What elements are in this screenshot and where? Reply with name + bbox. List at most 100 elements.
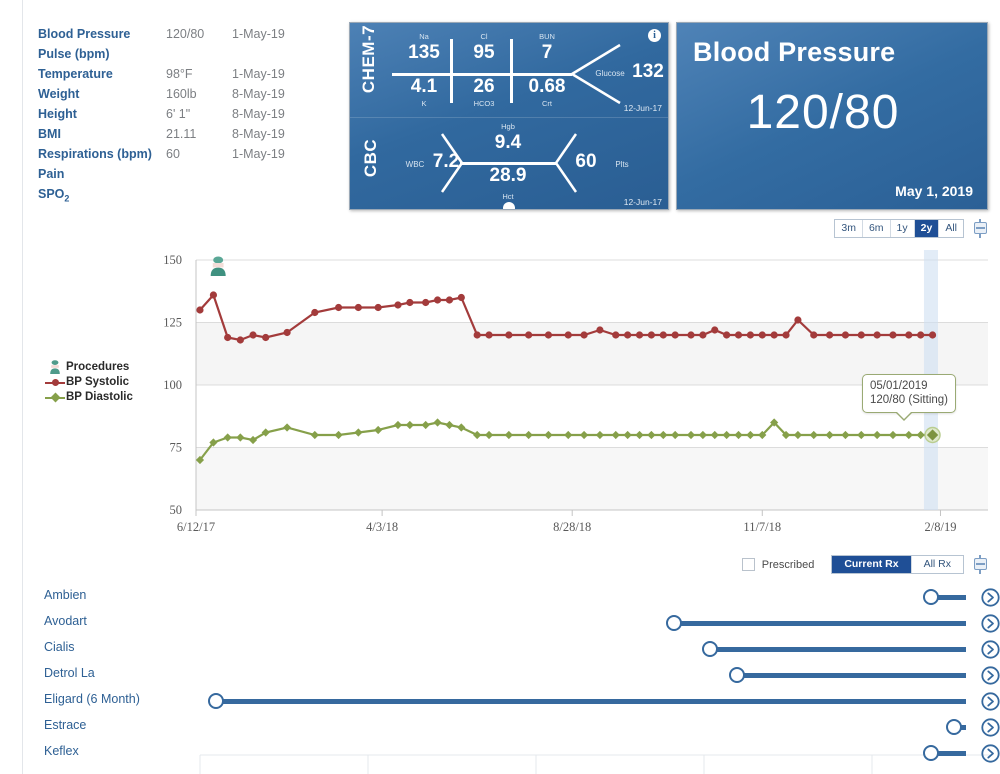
medication-row[interactable]: Estrace	[0, 715, 1000, 741]
medication-ongoing-chevron-icon[interactable]	[981, 692, 1000, 711]
chart-data-point	[842, 331, 849, 338]
vitals-date: 1-May-19	[232, 24, 285, 44]
vitals-row[interactable]: Height6' 1"8-May-19	[38, 104, 338, 124]
medication-name[interactable]: Estrace	[44, 718, 86, 732]
medication-name[interactable]: Detrol La	[44, 666, 95, 680]
chart-data-point	[458, 294, 465, 301]
legend-item[interactable]: BP Systolic	[44, 375, 194, 389]
blood-pressure-card[interactable]: Blood Pressure 120/80 May 1, 2019	[676, 22, 988, 210]
medication-start-marker[interactable]	[923, 745, 939, 761]
range-option-2y[interactable]: 2y	[915, 220, 940, 237]
chart-y-tick-label: 125	[163, 316, 182, 330]
vitals-row[interactable]: Respirations (bpm)601-May-19	[38, 144, 338, 164]
procedure-marker-icon	[211, 257, 226, 277]
rx-option-current-rx[interactable]: Current Rx	[832, 556, 911, 573]
medication-duration-bar[interactable]	[737, 673, 966, 678]
chart-data-point	[485, 331, 492, 338]
medication-ongoing-chevron-icon[interactable]	[981, 666, 1000, 685]
chart-data-point	[406, 299, 413, 306]
medication-row[interactable]: Eligard (6 Month)	[0, 689, 1000, 715]
vitals-row[interactable]: BMI21.118-May-19	[38, 124, 338, 144]
lab-fishbone-card[interactable]: CHEM-7 i Na Cl BUN 135 95 7 4.1 26 0.68 …	[349, 22, 669, 210]
chart-data-point	[525, 431, 533, 439]
medication-duration-bar[interactable]	[710, 647, 967, 652]
chart-data-point	[905, 431, 913, 439]
chem7-bun-value: 7	[522, 42, 572, 64]
medication-start-marker[interactable]	[666, 615, 682, 631]
vitals-row[interactable]: SPO2	[38, 184, 338, 204]
vitals-row[interactable]: Weight160lb8-May-19	[38, 84, 338, 104]
bp-card-value: 120/80	[677, 85, 969, 140]
pin-icon[interactable]	[973, 555, 988, 574]
medication-start-marker[interactable]	[946, 719, 962, 735]
medication-ongoing-chevron-icon[interactable]	[981, 718, 1000, 737]
range-option-3m[interactable]: 3m	[835, 220, 863, 237]
medication-row[interactable]: Avodart	[0, 611, 1000, 637]
chart-data-point	[580, 331, 587, 338]
medication-start-marker[interactable]	[923, 589, 939, 605]
chem7-cl-value: 95	[462, 42, 506, 64]
chart-data-point	[283, 423, 291, 431]
pin-icon[interactable]	[973, 219, 988, 238]
medication-duration-bar[interactable]	[216, 699, 967, 704]
medication-start-marker[interactable]	[729, 667, 745, 683]
chart-range-controls: 3m6m1y2yAll	[834, 219, 988, 238]
range-option-6m[interactable]: 6m	[863, 220, 891, 237]
medication-row[interactable]: Detrol La	[0, 663, 1000, 689]
tooltip-reading: 120/80 (Sitting)	[870, 393, 948, 407]
chart-x-tick-label: 6/12/17	[177, 520, 215, 534]
vitals-row[interactable]: Blood Pressure120/801-May-19	[38, 24, 338, 44]
vitals-date: 8-May-19	[232, 124, 285, 144]
legend-label: Procedures	[66, 361, 129, 373]
cbc-plts-label: Plts	[608, 160, 636, 169]
range-toggle-group[interactable]: 3m6m1y2yAll	[834, 219, 964, 238]
chart-data-point	[335, 304, 342, 311]
medication-track	[200, 663, 990, 689]
prescribed-checkbox[interactable]	[742, 558, 755, 571]
legend-item[interactable]: BP Diastolic	[44, 390, 194, 404]
medication-row[interactable]: Keflex	[0, 741, 1000, 767]
medication-name[interactable]: Avodart	[44, 614, 87, 628]
medication-name[interactable]: Cialis	[44, 640, 75, 654]
chart-data-point	[249, 331, 256, 338]
range-option-1y[interactable]: 1y	[891, 220, 915, 237]
medication-name[interactable]: Keflex	[44, 744, 79, 758]
medication-ongoing-chevron-icon[interactable]	[981, 614, 1000, 633]
medication-row[interactable]: Cialis	[0, 637, 1000, 663]
chart-x-tick-label: 4/3/18	[366, 520, 398, 534]
medication-ongoing-chevron-icon[interactable]	[981, 588, 1000, 607]
vitals-value: 6' 1"	[166, 104, 232, 124]
medication-duration-bar[interactable]	[674, 621, 966, 626]
chart-data-point	[723, 431, 731, 439]
rx-option-all-rx[interactable]: All Rx	[912, 556, 963, 573]
vitals-row[interactable]: Temperature98°F1-May-19	[38, 64, 338, 84]
chem7-panel-title: CHEM-7	[359, 24, 379, 94]
chart-data-point	[354, 428, 362, 436]
vitals-label: Blood Pressure	[38, 24, 166, 44]
chart-shaded-band-lower	[196, 448, 988, 511]
chart-data-point	[433, 418, 441, 426]
medication-name[interactable]: Eligard (6 Month)	[44, 692, 140, 706]
vitals-row[interactable]: Pain	[38, 164, 338, 184]
chem7-panel[interactable]: CHEM-7 i Na Cl BUN 135 95 7 4.1 26 0.68 …	[350, 23, 669, 117]
chart-data-point	[794, 316, 801, 323]
medication-ongoing-chevron-icon[interactable]	[981, 640, 1000, 659]
medication-start-marker[interactable]	[702, 641, 718, 657]
medication-name[interactable]: Ambien	[44, 588, 86, 602]
medication-ongoing-chevron-icon[interactable]	[981, 744, 1000, 763]
systolic-marker-icon	[44, 376, 66, 389]
rx-toggle-group[interactable]: Current RxAll Rx	[831, 555, 964, 574]
chart-data-point	[544, 431, 552, 439]
chart-data-point	[735, 331, 742, 338]
vitals-row[interactable]: Pulse (bpm)	[38, 44, 338, 64]
medication-start-marker[interactable]	[208, 693, 224, 709]
chart-data-point	[889, 431, 897, 439]
chart-data-point	[635, 431, 643, 439]
chem7-na-label: Na	[402, 32, 446, 41]
medication-row[interactable]: Ambien	[0, 585, 1000, 611]
chart-data-point	[394, 301, 401, 308]
cbc-panel[interactable]: CBC Hgb 9.4 28.9 Hct WBC 7.2 60 Plts 12-…	[350, 117, 669, 210]
legend-item[interactable]: Procedures	[44, 360, 194, 374]
vitals-label: Weight	[38, 84, 166, 104]
range-option-all[interactable]: All	[939, 220, 963, 237]
